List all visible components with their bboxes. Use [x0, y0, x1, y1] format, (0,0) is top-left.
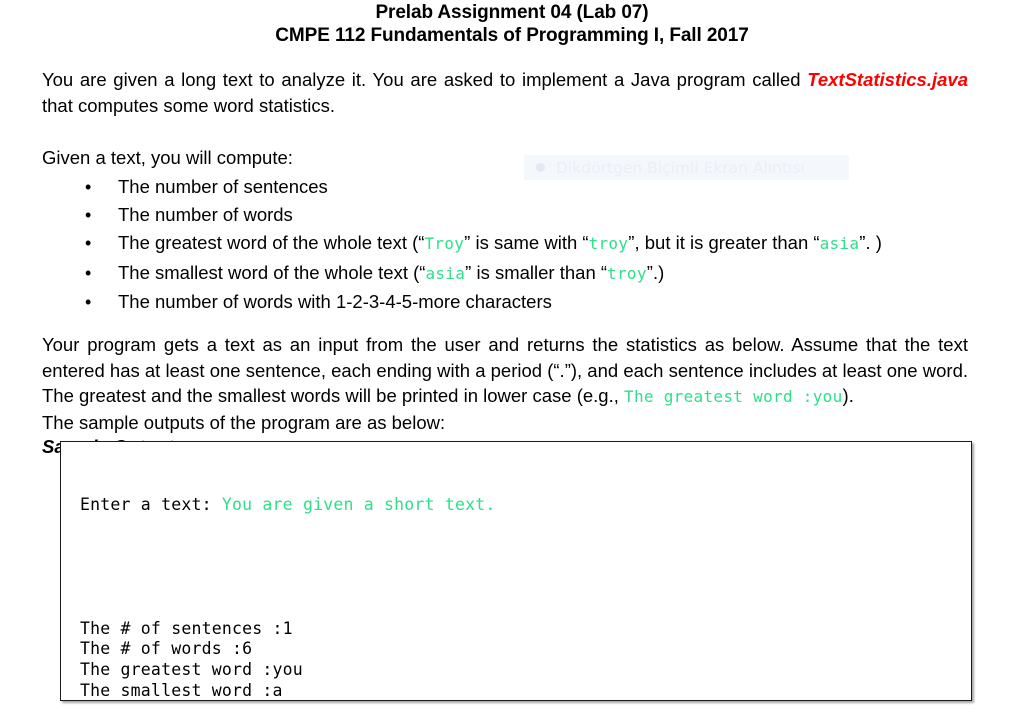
inline-example-code: The greatest word :you [624, 387, 843, 406]
filename-textstatistics: TextStatistics.java [807, 69, 968, 90]
bullet-list: • The number of sentences • The number of w… [42, 173, 968, 316]
bullet-item: • The greatest word of the whole text (“T… [42, 229, 968, 258]
bullet-item: • The number of words with 1-2-3-4-5-more… [42, 288, 968, 316]
bullet-code-term: asia [819, 234, 860, 254]
compute-lead-in: Given a text, you will compute: [42, 145, 968, 171]
description-paragraph: Your program gets a text as an input fro… [42, 332, 968, 459]
bullet-point-icon: • [85, 262, 92, 283]
intro-text-after: that computes some word statistics. [42, 94, 336, 116]
intro-paragraph: You are given a long text to analyze it.… [42, 67, 968, 118]
bullet-point-icon: • [85, 205, 92, 226]
console-output-lines: The # of sentences :1 The # of words :6 Th… [80, 618, 971, 700]
bullet-point-icon: • [85, 177, 92, 197]
console-line: The smallest word :a [80, 680, 283, 700]
title-line-1: Prelab Assignment 04 (Lab 07) [375, 2, 649, 23]
compute-lead-in-text: Given a text, you will compute: [42, 147, 293, 168]
description-text-after: ). [842, 385, 854, 406]
console-line: The # of words :6 [80, 639, 253, 659]
description-closing-line: The sample outputs of the program are as… [42, 411, 446, 433]
bullet-text: ”.) [646, 261, 665, 283]
bullet-text: ”. ) [859, 232, 882, 254]
console-text: Enter a text: You are given a short text… [61, 442, 971, 700]
bullet-text: The number of words with 1-2-3-4-5-more … [118, 290, 552, 312]
bullet-text: The number of sentences [118, 176, 328, 197]
bullet-item: • The number of words [42, 201, 968, 229]
bullet-point-icon: • [85, 291, 92, 312]
title-line-2: CMPE 112 Fundamentals of Programming I, … [275, 25, 749, 46]
bullet-point-icon: • [85, 233, 92, 254]
console-line: The greatest word :you [80, 659, 303, 679]
compute-bullet-list: • The number of sentences • The number of w… [42, 173, 968, 316]
bullet-text: The greatest word of the whole text (“ [118, 232, 425, 254]
bullet-code-term: Troy [424, 234, 465, 254]
bullet-code-term: asia [425, 263, 466, 283]
document-title: Prelab Assignment 04 (Lab 07) CMPE 112 F… [0, 1, 1024, 47]
sample-output-console-box: Enter a text: You are given a short text… [60, 441, 972, 701]
bullet-text: ” is smaller than “ [465, 261, 608, 283]
console-prompt-label: Enter a text: [80, 495, 222, 515]
bullet-text: ” is same with “ [464, 232, 589, 254]
document-page: Prelab Assignment 04 (Lab 07) CMPE 112 F… [0, 1, 1024, 723]
console-prompt-line: Enter a text: You are given a short text… [80, 495, 971, 516]
intro-text-before: You are given a long text to analyze it.… [42, 69, 808, 90]
bullet-item: • The number of sentences [42, 173, 968, 201]
bullet-code-term: troy [588, 234, 629, 254]
console-line: The # of sentences :1 [80, 618, 293, 638]
bullet-item: • The smallest word of the whole text (“a… [42, 259, 968, 288]
bullet-text: The number of words [118, 204, 293, 226]
console-user-input: You are given a short text. [221, 495, 496, 515]
bullet-text: ”, but it is greater than “ [628, 232, 820, 254]
bullet-code-term: troy [607, 263, 647, 283]
bullet-text: The smallest word of the whole text (“ [118, 261, 426, 283]
